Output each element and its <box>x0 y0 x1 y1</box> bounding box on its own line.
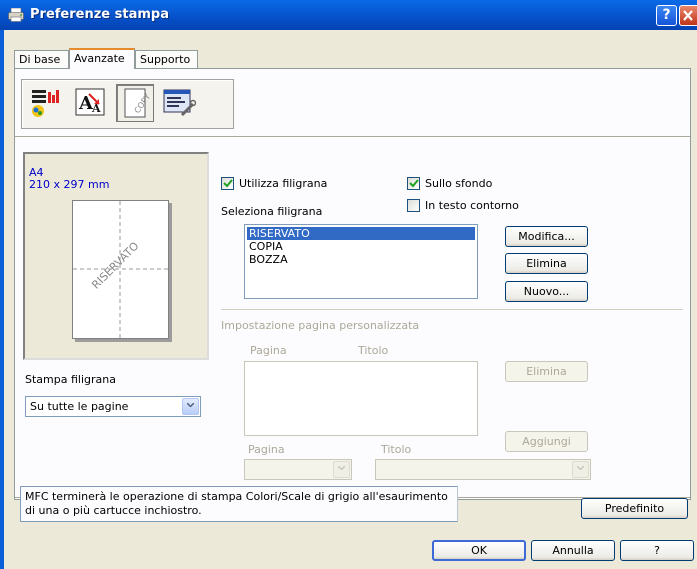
cancel-button[interactable]: Annulla <box>531 540 615 561</box>
delete-watermark-button[interactable]: Elimina <box>505 253 588 274</box>
title-select[interactable] <box>375 459 591 480</box>
use-watermark-checkbox[interactable] <box>221 177 234 190</box>
use-watermark-label[interactable]: Utilizza filigrana <box>239 177 327 190</box>
list-item[interactable]: COPIA <box>247 240 283 253</box>
tab-di-base[interactable]: Di base <box>14 50 69 68</box>
list-item[interactable]: RISERVATO <box>247 227 475 240</box>
custom-page-list[interactable] <box>244 361 478 436</box>
color-icon <box>32 90 59 117</box>
page-select[interactable] <box>244 459 352 480</box>
close-button[interactable] <box>679 5 697 26</box>
delete-custom-page-button[interactable]: Elimina <box>505 361 588 382</box>
page-column-header: Pagina <box>250 344 287 357</box>
watermark-print-label: Stampa filigrana <box>25 373 116 386</box>
device-options-button[interactable] <box>160 84 198 122</box>
toolbar-separator <box>15 136 690 138</box>
scaling-icon: A A <box>75 88 105 116</box>
watermark-button[interactable]: COPY <box>116 84 154 122</box>
page-field-label: Pagina <box>248 443 285 456</box>
dialog-client: Di base Avanzate Supporto A A COPY A4 21… <box>4 30 697 569</box>
outline-text-label[interactable]: In testo contorno <box>425 199 519 212</box>
checkmark-icon <box>223 179 233 188</box>
status-message: MFC terminerà le operazione di stampa Co… <box>20 486 458 522</box>
list-item[interactable]: BOZZA <box>247 253 288 266</box>
help-button[interactable]: ? <box>620 540 694 561</box>
preview-paper: RISERVATO <box>72 200 169 339</box>
checkmark-icon <box>409 179 419 188</box>
device-options-icon <box>163 89 197 117</box>
add-custom-page-button[interactable]: Aggiungi <box>505 431 588 452</box>
tab-avanzate[interactable]: Avanzate <box>69 48 135 69</box>
watermark-copy-icon: COPY <box>124 88 152 118</box>
tab-supporto[interactable]: Supporto <box>135 50 198 68</box>
chevron-down-icon <box>577 466 584 470</box>
close-icon <box>683 10 693 21</box>
chevron-down-icon <box>187 403 194 407</box>
ok-button[interactable]: OK <box>432 540 526 561</box>
help-title-button[interactable]: ? <box>656 5 677 26</box>
printer-icon <box>8 8 24 22</box>
feature-toolbar: A A COPY <box>21 79 234 129</box>
title-field-label: Titolo <box>381 443 412 456</box>
background-label[interactable]: Sullo sfondo <box>425 177 492 190</box>
select-watermark-label: Seleziona filigrana <box>221 205 323 218</box>
page-preview: A4 210 x 297 mm RISERVATO <box>23 152 209 360</box>
dropdown-arrow[interactable] <box>182 398 199 415</box>
dropdown-arrow[interactable] <box>333 461 350 478</box>
color-settings-button[interactable] <box>28 84 66 122</box>
new-watermark-button[interactable]: Nuovo... <box>505 281 588 302</box>
watermark-print-select[interactable]: Su tutte le pagine <box>25 396 201 417</box>
advanced-tab-panel: A A COPY A4 210 x 297 mm RISERVATO Stamp… <box>14 68 691 500</box>
section-divider <box>221 309 683 310</box>
print-preferences-window: Preferenze stampa ? Di base Avanzate Sup… <box>0 0 697 569</box>
default-button[interactable]: Predefinito <box>581 498 688 519</box>
custom-page-group-label: Impostazione pagina personalizzata <box>221 319 420 332</box>
watermark-print-value: Su tutte le pagine <box>30 400 129 413</box>
title-column-header: Titolo <box>358 344 389 357</box>
edit-watermark-button[interactable]: Modifica... <box>505 226 588 247</box>
chevron-down-icon <box>338 466 345 470</box>
dropdown-arrow[interactable] <box>572 461 589 478</box>
watermark-list[interactable]: RISERVATO COPIA BOZZA <box>244 224 478 299</box>
scaling-button[interactable]: A A <box>72 84 110 122</box>
window-title: Preferenze stampa <box>30 7 169 22</box>
title-bar[interactable]: Preferenze stampa ? <box>0 0 697 30</box>
background-checkbox[interactable] <box>407 177 420 190</box>
outline-text-checkbox[interactable] <box>407 199 420 212</box>
paper-dimensions-label: 210 x 297 mm <box>29 178 110 191</box>
